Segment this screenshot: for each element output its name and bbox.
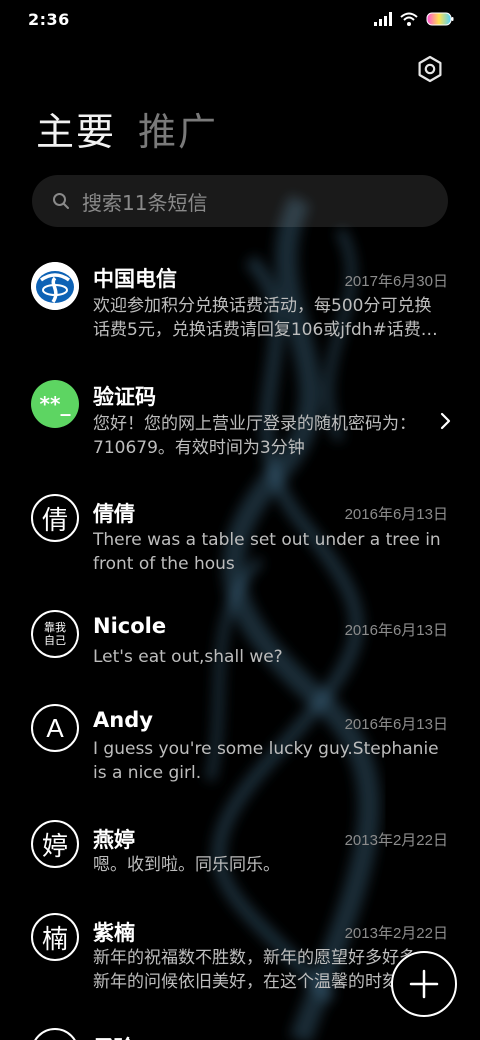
category-tabs: 主要 推广: [36, 108, 218, 156]
new-message-button[interactable]: [391, 951, 457, 1017]
message-date: 2016年6月13日: [344, 716, 448, 733]
wifi-icon: [400, 12, 418, 26]
china-telecom-logo-icon: [31, 262, 79, 310]
avatar: 婷: [31, 820, 79, 868]
chevron-right-icon[interactable]: [436, 412, 454, 430]
plus-icon: [409, 969, 439, 999]
message-preview: I guess you're some lucky guy.Stephanie …: [93, 739, 439, 783]
avatar-text: 婷: [41, 831, 68, 862]
conversation-row[interactable]: 婷 燕婷 2013年2月22日 嗯。收到啦。同乐同乐。: [0, 820, 480, 900]
contact-name: Andy: [93, 708, 153, 732]
message-preview: Let's eat out,shall we?: [93, 647, 283, 667]
conversation-row[interactable]: A Andy 2016年6月13日 I guess you're some lu…: [0, 704, 480, 804]
avatar-text: A: [46, 712, 64, 743]
search-placeholder: 搜索11条短信: [82, 190, 208, 215]
avatar-text: **_: [39, 392, 71, 416]
message-date: 2016年6月13日: [344, 622, 448, 639]
search-bar[interactable]: 搜索11条短信: [32, 175, 448, 227]
signal-icon: [374, 12, 392, 26]
message-preview: 嗯。收到啦。同乐同乐。: [93, 855, 280, 875]
contact-name: 中国电信: [93, 267, 177, 291]
avatar: [31, 1028, 79, 1040]
avatar-text: 靠我自己: [44, 621, 66, 647]
conversation-row[interactable]: 中国电信 2017年6月30日 欢迎参加积分兑换话费活动，每500分可兑换话费5…: [0, 258, 480, 358]
message-date: 2017年6月30日: [344, 273, 448, 290]
tab-promotion[interactable]: 推广: [138, 108, 218, 156]
battery-icon: [426, 12, 454, 26]
conversation-row[interactable]: 靠我自己 Nicole 2016年6月13日 Let's eat out,sha…: [0, 610, 480, 690]
message-preview: There was a table set out under a tree i…: [93, 530, 441, 574]
status-icons: [374, 12, 454, 26]
avatar: 楠: [31, 913, 79, 961]
avatar: 靠我自己: [31, 610, 79, 658]
contact-name: 子玲: [93, 1032, 135, 1040]
avatar-text: 楠: [41, 924, 68, 955]
conversation-row[interactable]: **_ 验证码 您好！您的网上营业厅登录的随机密码为：710679。有效时间为3…: [0, 376, 480, 476]
settings-gear-icon[interactable]: [416, 55, 444, 83]
status-bar: 2:36: [0, 0, 480, 40]
conversation-row[interactable]: 倩 倩倩 2016年6月13日 There was a table set ou…: [0, 494, 480, 594]
message-date: 2016年6月13日: [344, 506, 448, 523]
status-time: 2:36: [28, 10, 70, 29]
avatar-text: 倩: [41, 505, 68, 536]
tab-main[interactable]: 主要: [36, 108, 116, 156]
message-date: 2013年2月22日: [344, 925, 448, 942]
contact-name: 燕婷: [93, 828, 135, 852]
conversation-row[interactable]: 子玲: [0, 1028, 480, 1040]
avatar: A: [31, 704, 79, 752]
contact-name: 紫楠: [93, 921, 135, 945]
message-preview: 欢迎参加积分兑换话费活动，每500分可兑换话费5元，兑换话费请回复106或jfd…: [93, 296, 438, 340]
search-icon: [53, 193, 69, 209]
contact-name: 倩倩: [93, 502, 135, 526]
contact-name: Nicole: [93, 614, 167, 638]
avatar: **_: [31, 380, 79, 428]
contact-name: 验证码: [93, 385, 156, 409]
message-preview: 您好！您的网上营业厅登录的随机密码为：710679。有效时间为3分钟: [93, 414, 416, 458]
avatar: 倩: [31, 494, 79, 542]
avatar: [31, 262, 79, 310]
message-date: 2013年2月22日: [344, 832, 448, 849]
